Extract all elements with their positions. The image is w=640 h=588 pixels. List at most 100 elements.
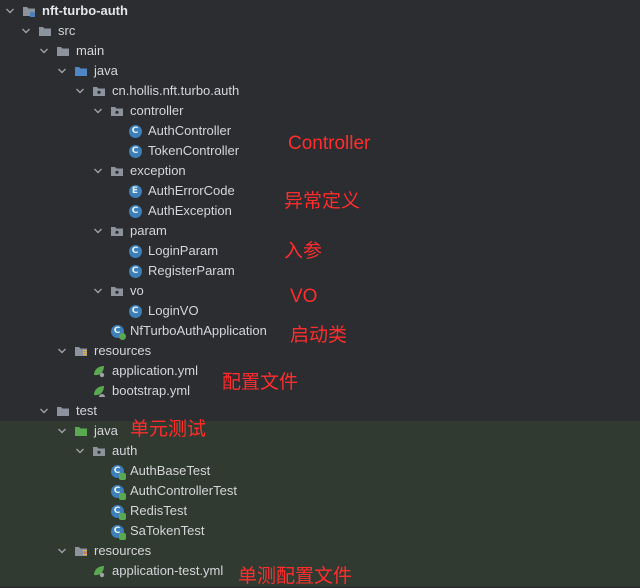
package-label: param: [130, 223, 167, 238]
package-label: exception: [130, 163, 186, 178]
folder-label: resources: [94, 343, 152, 358]
folder-label: resources: [94, 543, 152, 558]
tree-row-test-auth[interactable]: auth: [0, 441, 640, 461]
class-label: AuthException: [148, 203, 232, 218]
class-label: LoginParam: [148, 243, 219, 258]
class-icon: C: [128, 204, 142, 218]
folder-icon: [38, 24, 52, 38]
source-folder-icon: [74, 64, 88, 78]
package-icon: [110, 284, 124, 298]
class-label: NfTurboAuthApplication: [130, 323, 267, 338]
spring-config-icon: [92, 384, 106, 398]
tree-row-test-resources[interactable]: resources: [0, 541, 640, 561]
tree-row-package[interactable]: cn.hollis.nft.turbo.auth: [0, 81, 640, 101]
tree-row-vo[interactable]: vo: [0, 281, 640, 301]
test-resources-folder-icon: [74, 544, 88, 558]
chevron-down-icon[interactable]: [56, 425, 68, 437]
tree-row-project[interactable]: nft-turbo-auth: [0, 1, 640, 21]
tree-row-login-vo[interactable]: C LoginVO: [0, 301, 640, 321]
file-label: application-test.yml: [112, 563, 224, 578]
spring-config-icon: [92, 564, 106, 578]
class-label: TokenController: [148, 143, 240, 158]
class-label: LoginVO: [148, 303, 199, 318]
tree-row-src[interactable]: src: [0, 21, 640, 41]
tree-row-auth-controller-test[interactable]: C AuthControllerTest: [0, 481, 640, 501]
folder-icon: [56, 404, 70, 418]
folder-label: java: [94, 63, 118, 78]
tree-row-controller[interactable]: controller: [0, 101, 640, 121]
file-label: application.yml: [112, 363, 198, 378]
class-icon: C: [128, 264, 142, 278]
module-folder-icon: [22, 4, 36, 18]
package-icon: [110, 164, 124, 178]
chevron-down-icon[interactable]: [56, 345, 68, 357]
chevron-down-icon[interactable]: [74, 445, 86, 457]
package-label: controller: [130, 103, 184, 118]
chevron-down-icon[interactable]: [92, 285, 104, 297]
chevron-down-icon[interactable]: [20, 25, 32, 37]
tree-row-exception[interactable]: exception: [0, 161, 640, 181]
project-label: nft-turbo-auth: [42, 3, 128, 18]
class-icon: C: [128, 124, 142, 138]
chevron-down-icon[interactable]: [38, 45, 50, 57]
class-label: RegisterParam: [148, 263, 235, 278]
chevron-down-icon[interactable]: [92, 165, 104, 177]
chevron-down-icon[interactable]: [56, 65, 68, 77]
test-class-icon: C: [110, 484, 126, 500]
tree-row-application-yml[interactable]: application.yml: [0, 361, 640, 381]
class-label: AuthController: [148, 123, 232, 138]
folder-label: main: [76, 43, 105, 58]
package-icon: [110, 224, 124, 238]
test-class-icon: C: [110, 504, 126, 520]
folder-label: test: [76, 403, 97, 418]
class-icon: C: [128, 304, 142, 318]
package-label: cn.hollis.nft.turbo.auth: [112, 83, 240, 98]
folder-label: java: [94, 423, 118, 438]
annotation-vo: VO: [290, 286, 318, 307]
test-source-folder-icon: [74, 424, 88, 438]
class-icon: C: [128, 144, 142, 158]
spring-boot-class-icon: C: [110, 324, 126, 340]
tree-row-register-param[interactable]: C RegisterParam: [0, 261, 640, 281]
class-icon: C: [128, 244, 142, 258]
test-class-icon: C: [110, 464, 126, 480]
chevron-down-icon[interactable]: [74, 85, 86, 97]
tree-row-auth-base-test[interactable]: C AuthBaseTest: [0, 461, 640, 481]
annotation-unit-test: 单元测试: [130, 419, 207, 440]
annotation-param: 入参: [284, 241, 323, 262]
chevron-down-icon[interactable]: [38, 405, 50, 417]
annotation-startup: 启动类: [290, 325, 348, 346]
tree-row-redis-test[interactable]: C RedisTest: [0, 501, 640, 521]
chevron-down-icon[interactable]: [92, 225, 104, 237]
class-label: RedisTest: [130, 503, 188, 518]
annotation-test-config: 单测配置文件: [238, 566, 353, 587]
chevron-down-icon[interactable]: [56, 545, 68, 557]
package-icon: [92, 84, 106, 98]
annotation-controller: Controller: [288, 133, 371, 154]
tree-row-sa-token-test[interactable]: C SaTokenTest: [0, 521, 640, 541]
class-label: SaTokenTest: [130, 523, 205, 538]
package-icon: [110, 104, 124, 118]
tree-row-bootstrap-yml[interactable]: bootstrap.yml: [0, 381, 640, 401]
spring-config-icon: [92, 364, 106, 378]
annotation-config: 配置文件: [222, 372, 299, 393]
chevron-down-icon[interactable]: [92, 105, 104, 117]
class-label: AuthBaseTest: [130, 463, 211, 478]
annotation-exception: 异常定义: [284, 191, 361, 212]
package-icon: [92, 444, 106, 458]
tree-row-main-java[interactable]: java: [0, 61, 640, 81]
class-label: AuthErrorCode: [148, 183, 235, 198]
tree-row-main[interactable]: main: [0, 41, 640, 61]
file-label: bootstrap.yml: [112, 383, 191, 398]
folder-label: src: [58, 23, 76, 38]
package-label: auth: [112, 443, 138, 458]
chevron-down-icon[interactable]: [4, 5, 16, 17]
enum-icon: E: [128, 184, 142, 198]
tree-row-test[interactable]: test: [0, 401, 640, 421]
resources-folder-icon: [74, 344, 88, 358]
class-label: AuthControllerTest: [130, 483, 237, 498]
package-label: vo: [130, 283, 144, 298]
test-class-icon: C: [110, 524, 126, 540]
folder-icon: [56, 44, 70, 58]
tree-row-test-java[interactable]: java: [0, 421, 640, 441]
